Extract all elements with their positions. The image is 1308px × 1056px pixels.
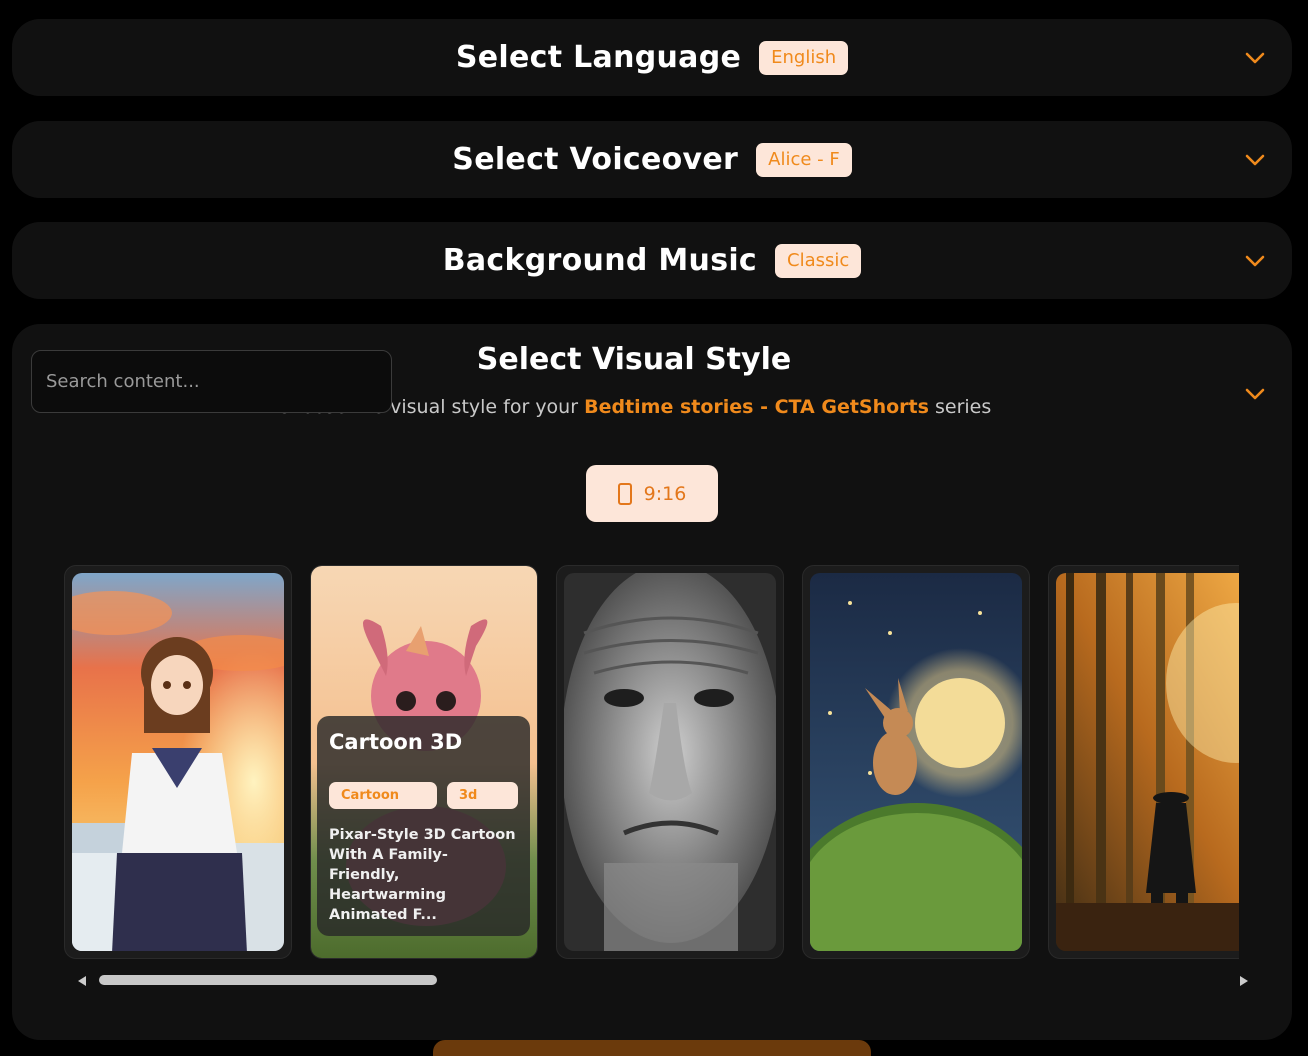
phone-icon [617,482,632,505]
subtitle-suffix: series [934,396,992,418]
language-accordion[interactable]: Select Language English [12,19,1292,96]
style-card-image [72,573,284,951]
style-card-sketch[interactable] [556,565,784,959]
tag-3d: 3d [447,782,518,809]
style-card-tags: Cartoon 3d [329,782,518,809]
style-card-title: Cartoon 3D [329,730,463,754]
visual-style-accordion: Select Visual Style Choose the visual st… [12,324,1292,1040]
scroll-right-arrow-icon[interactable] [1240,976,1248,986]
chevron-down-icon[interactable] [1242,381,1268,407]
language-header[interactable]: Select Language English [12,19,1292,96]
language-title: Select Language [455,40,742,75]
voiceover-badge: Alice - F [756,142,852,177]
music-badge: Classic [775,243,862,278]
music-header[interactable]: Background Music Classic [12,222,1292,299]
style-card-description: Pixar-Style 3D Cartoon With A Family-Fri… [329,827,516,923]
voiceover-header[interactable]: Select Voiceover Alice - F [12,121,1292,198]
voiceover-accordion[interactable]: Select Voiceover Alice - F [12,121,1292,198]
language-badge: English [759,40,849,75]
style-card-image [1056,573,1239,951]
aspect-ratio-button[interactable]: 9:16 [586,465,718,522]
continue-button[interactable] [433,1040,871,1056]
scroll-left-arrow-icon[interactable] [78,976,86,986]
style-card-cartoon-3d[interactable]: Cartoon 3D Cartoon 3d Pixar-Style 3D Car… [310,565,538,959]
style-carousel[interactable]: Cartoon 3D Cartoon 3d Pixar-Style 3D Car… [64,564,1239,960]
style-card-anime[interactable] [64,565,292,959]
chevron-down-icon[interactable] [1242,248,1268,274]
scrollbar-thumb[interactable] [99,975,437,985]
search-input[interactable] [31,350,392,413]
tag-cartoon: Cartoon [329,782,437,809]
music-title: Background Music [442,243,758,278]
style-card-details: Cartoon 3D Cartoon 3d Pixar-Style 3D Car… [317,716,530,936]
music-accordion[interactable]: Background Music Classic [12,222,1292,299]
style-card-storybook[interactable] [802,565,1030,959]
style-card-image [810,573,1022,951]
style-card-image [564,573,776,951]
chevron-down-icon[interactable] [1242,45,1268,71]
chevron-down-icon[interactable] [1242,147,1268,173]
carousel-scrollbar[interactable] [78,974,1248,988]
aspect-ratio-label: 9:16 [643,482,687,505]
style-card-cinematic[interactable] [1048,565,1239,959]
series-name: Bedtime stories - CTA GetShorts [584,396,929,418]
voiceover-title: Select Voiceover [452,142,739,177]
